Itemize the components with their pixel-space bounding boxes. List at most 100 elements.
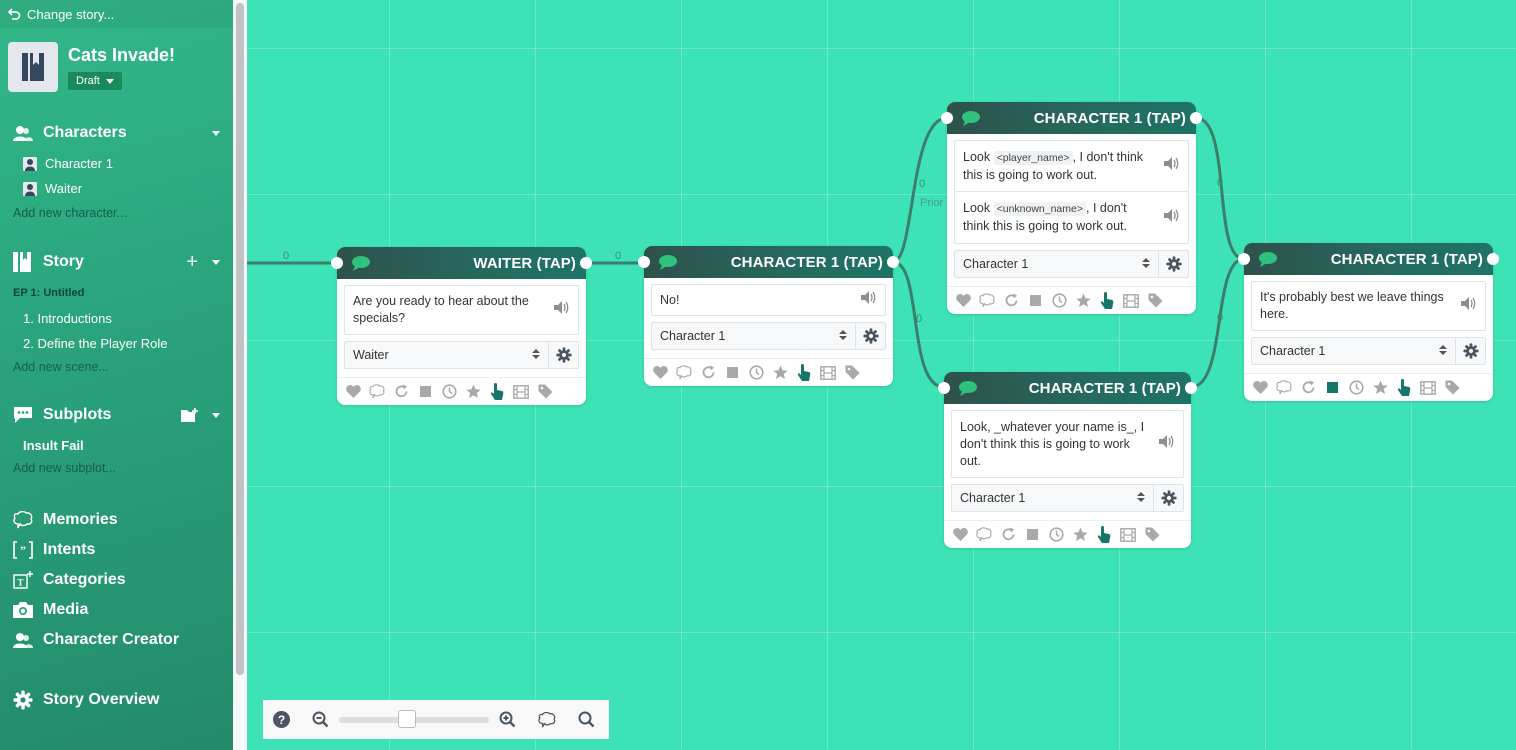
output-port[interactable] bbox=[1190, 112, 1202, 124]
status-dropdown[interactable]: Draft bbox=[68, 72, 122, 90]
node-header[interactable]: WAITER (TAP) bbox=[337, 247, 586, 279]
stop-icon[interactable] bbox=[724, 365, 740, 381]
sidebar-scrollbar-thumb[interactable] bbox=[236, 3, 244, 675]
add-character-link[interactable]: Add new character... bbox=[13, 206, 127, 220]
star-icon[interactable] bbox=[1072, 527, 1088, 543]
heart-icon[interactable] bbox=[345, 384, 361, 400]
dialogue-node[interactable]: WAITER (TAP) Are you ready to hear about… bbox=[331, 247, 592, 405]
character-select[interactable]: Character 1 bbox=[652, 323, 855, 349]
clock-icon[interactable] bbox=[1051, 293, 1067, 309]
output-port[interactable] bbox=[1487, 253, 1499, 265]
nav-intents[interactable]: ” Intents bbox=[0, 538, 233, 562]
tag-icon[interactable] bbox=[537, 384, 553, 400]
chevron-down-icon[interactable] bbox=[212, 259, 220, 265]
stop-icon[interactable] bbox=[1324, 380, 1340, 396]
film-icon[interactable] bbox=[1123, 293, 1139, 309]
node-settings-button[interactable] bbox=[548, 342, 578, 368]
speaker-icon[interactable] bbox=[1164, 208, 1180, 227]
stop-icon[interactable] bbox=[1024, 527, 1040, 543]
add-subplot-link[interactable]: Add new subplot... bbox=[13, 461, 116, 475]
clock-icon[interactable] bbox=[1048, 527, 1064, 543]
repeat-icon[interactable] bbox=[1000, 527, 1016, 543]
tag-icon[interactable] bbox=[1147, 293, 1163, 309]
speaker-icon[interactable] bbox=[1164, 157, 1180, 175]
zoom-out-icon[interactable] bbox=[312, 711, 329, 728]
dialogue-line[interactable]: Are you ready to hear about the specials… bbox=[344, 285, 579, 335]
character-select[interactable]: Character 1 bbox=[952, 485, 1153, 511]
help-icon[interactable]: ? bbox=[273, 711, 290, 728]
dialogue-line[interactable]: Look <unknown_name>, I don't think this … bbox=[954, 192, 1189, 244]
film-icon[interactable] bbox=[1420, 380, 1436, 396]
node-header[interactable]: CHARACTER 1 (TAP) bbox=[947, 102, 1196, 134]
output-port[interactable] bbox=[1185, 382, 1197, 394]
nav-character-creator[interactable]: Character Creator bbox=[0, 628, 233, 652]
input-port[interactable] bbox=[938, 382, 950, 394]
tap-icon[interactable] bbox=[1099, 292, 1115, 309]
output-port[interactable] bbox=[580, 257, 592, 269]
tag-icon[interactable] bbox=[1144, 527, 1160, 543]
film-icon[interactable] bbox=[820, 365, 836, 381]
tap-icon[interactable] bbox=[489, 383, 505, 400]
repeat-icon[interactable] bbox=[1300, 380, 1316, 396]
flow-canvas[interactable]: 0 0 0 Prior 0 0 0 WAITER (TAP) Are you r… bbox=[247, 0, 1516, 750]
film-icon[interactable] bbox=[513, 384, 529, 400]
zoom-slider-thumb[interactable] bbox=[398, 709, 417, 728]
tag-icon[interactable] bbox=[844, 365, 860, 381]
input-port[interactable] bbox=[331, 257, 343, 269]
stop-icon[interactable] bbox=[1027, 293, 1043, 309]
nav-story-overview[interactable]: Story Overview bbox=[0, 688, 233, 712]
variable-tag[interactable]: <player_name> bbox=[993, 150, 1073, 165]
dialogue-line[interactable]: Look, _whatever your name is_, I don't t… bbox=[951, 410, 1184, 478]
speaker-icon[interactable] bbox=[554, 301, 570, 319]
stop-icon[interactable] bbox=[417, 384, 433, 400]
input-port[interactable] bbox=[941, 112, 953, 124]
star-icon[interactable] bbox=[465, 384, 481, 400]
dialogue-node[interactable]: CHARACTER 1 (TAP) Look, _whatever your n… bbox=[938, 372, 1197, 548]
characters-section-header[interactable]: Characters bbox=[0, 121, 233, 145]
brain-icon[interactable] bbox=[979, 293, 995, 309]
dialogue-line[interactable]: It's probably best we leave things here. bbox=[1251, 281, 1486, 331]
tap-icon[interactable] bbox=[1096, 526, 1112, 543]
tag-icon[interactable] bbox=[1444, 380, 1460, 396]
input-port[interactable] bbox=[638, 256, 650, 268]
character-select[interactable]: Character 1 bbox=[955, 251, 1158, 277]
output-port[interactable] bbox=[887, 256, 899, 268]
search-icon[interactable] bbox=[578, 711, 595, 728]
speaker-icon[interactable] bbox=[1461, 297, 1477, 315]
node-settings-button[interactable] bbox=[1153, 485, 1183, 511]
story-cover[interactable] bbox=[8, 42, 58, 92]
chevron-down-icon[interactable] bbox=[212, 412, 220, 418]
heart-icon[interactable] bbox=[955, 293, 971, 309]
episode-label[interactable]: EP 1: Untitled bbox=[13, 287, 84, 299]
speaker-icon[interactable] bbox=[1159, 435, 1175, 453]
plus-icon[interactable]: + bbox=[186, 252, 198, 272]
heart-icon[interactable] bbox=[952, 527, 968, 543]
nav-memories[interactable]: Memories bbox=[0, 508, 233, 532]
clock-icon[interactable] bbox=[441, 384, 457, 400]
character-item[interactable]: Character 1 bbox=[23, 156, 113, 171]
node-header[interactable]: CHARACTER 1 (TAP) bbox=[944, 372, 1191, 404]
scene-item[interactable]: 1. Introductions bbox=[23, 311, 112, 326]
zoom-in-icon[interactable] bbox=[499, 711, 516, 728]
node-header[interactable]: CHARACTER 1 (TAP) bbox=[1244, 243, 1493, 275]
change-story-link[interactable]: Change story... bbox=[0, 0, 233, 28]
speaker-icon[interactable] bbox=[861, 291, 877, 309]
node-settings-button[interactable] bbox=[1455, 338, 1485, 364]
dialogue-node[interactable]: CHARACTER 1 (TAP) It's probably best we … bbox=[1238, 243, 1499, 401]
clock-icon[interactable] bbox=[1348, 380, 1364, 396]
node-settings-button[interactable] bbox=[855, 323, 885, 349]
brain-icon[interactable] bbox=[538, 711, 556, 728]
dialogue-line[interactable]: Look <player_name>, I don't think this i… bbox=[954, 140, 1189, 192]
tap-icon[interactable] bbox=[796, 364, 812, 381]
chevron-down-icon[interactable] bbox=[212, 130, 220, 136]
brain-icon[interactable] bbox=[676, 365, 692, 381]
brain-icon[interactable] bbox=[976, 527, 992, 543]
node-header[interactable]: CHARACTER 1 (TAP) bbox=[644, 246, 893, 278]
film-icon[interactable] bbox=[1120, 527, 1136, 543]
heart-icon[interactable] bbox=[1252, 380, 1268, 396]
star-icon[interactable] bbox=[1372, 380, 1388, 396]
input-port[interactable] bbox=[1238, 253, 1250, 265]
node-settings-button[interactable] bbox=[1158, 251, 1188, 277]
repeat-icon[interactable] bbox=[700, 365, 716, 381]
zoom-slider[interactable] bbox=[339, 709, 489, 728]
